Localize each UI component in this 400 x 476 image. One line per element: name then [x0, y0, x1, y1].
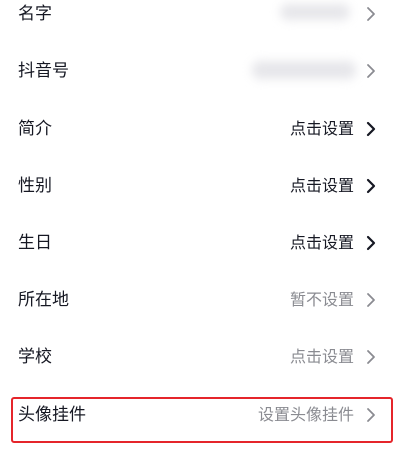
row-gender[interactable]: 性别 点击设置: [0, 166, 400, 206]
row-location-value: 暂不设置: [289, 290, 354, 309]
chevron-right-icon: [364, 406, 378, 424]
row-location-label: 所在地: [18, 289, 69, 310]
row-douyin-id[interactable]: 抖音号: [0, 51, 400, 91]
row-bio-value: 点击设置: [289, 119, 354, 138]
chevron-right-icon: [364, 291, 378, 309]
row-school-value: 点击设置: [289, 347, 354, 366]
row-name-label: 名字: [18, 3, 52, 24]
douyin-id-value-redacted: [252, 61, 356, 79]
row-school-label: 学校: [18, 346, 52, 367]
name-value-redacted: [280, 4, 350, 20]
row-birthday-label: 生日: [18, 232, 52, 253]
row-douyin-id-label: 抖音号: [18, 60, 69, 81]
chevron-right-icon: [364, 234, 378, 252]
chevron-right-icon: [364, 348, 378, 366]
row-bio-label: 简介: [18, 118, 52, 139]
row-avatar-pendant[interactable]: 头像挂件 设置头像挂件: [0, 395, 400, 435]
chevron-right-icon: [364, 177, 378, 195]
row-avatar-pendant-value: 设置头像挂件: [257, 405, 354, 424]
row-birthday[interactable]: 生日 点击设置: [0, 223, 400, 263]
row-gender-label: 性别: [18, 175, 52, 196]
chevron-right-icon: [364, 62, 378, 80]
row-school[interactable]: 学校 点击设置: [0, 337, 400, 377]
row-birthday-value: 点击设置: [289, 233, 354, 252]
row-name[interactable]: 名字: [0, 0, 400, 34]
row-bio[interactable]: 简介 点击设置: [0, 109, 400, 149]
chevron-right-icon: [364, 5, 378, 23]
row-gender-value: 点击设置: [289, 176, 354, 195]
row-avatar-pendant-label: 头像挂件: [18, 404, 86, 425]
chevron-right-icon: [364, 120, 378, 138]
row-location[interactable]: 所在地 暂不设置: [0, 280, 400, 320]
profile-edit-list: 名字 抖音号 简介 点击设置 性别 点击设置 生日 点击设置 所在地 暂不设置 …: [0, 0, 400, 476]
